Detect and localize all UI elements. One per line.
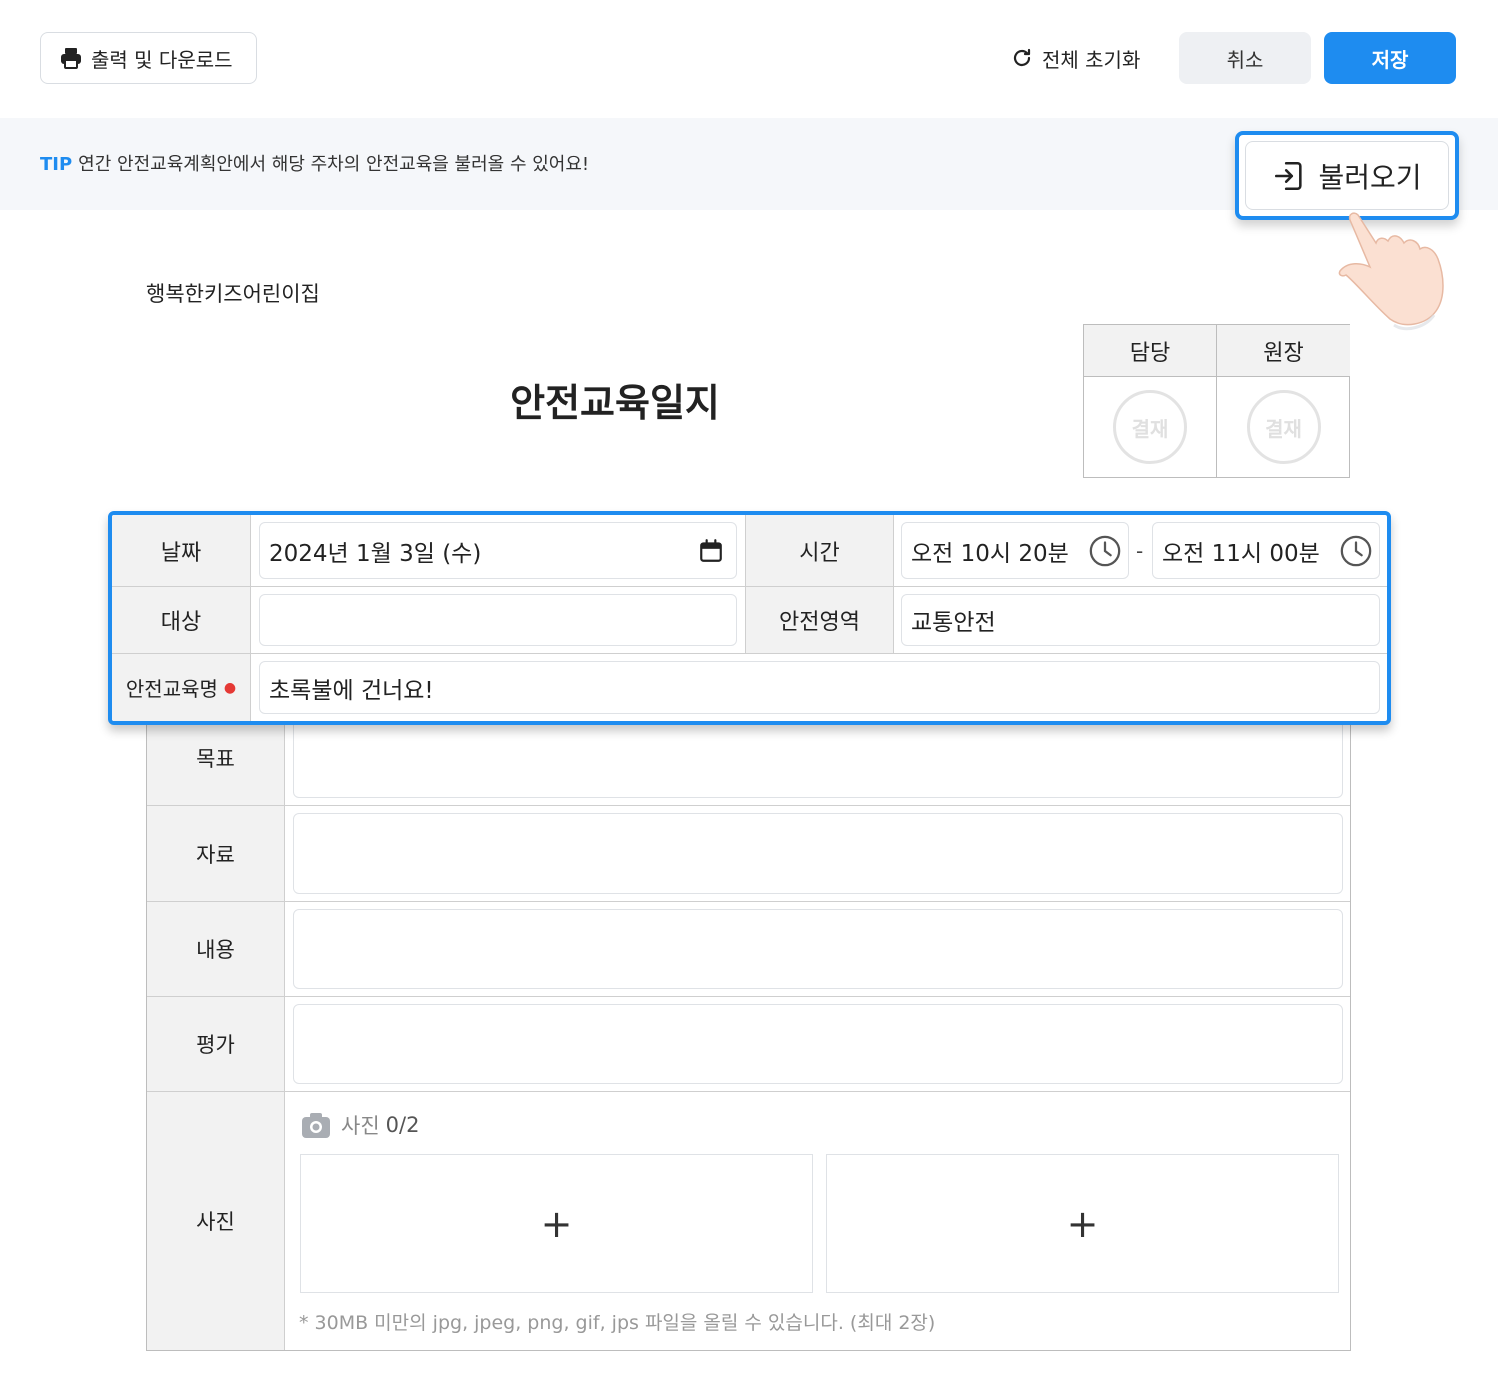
end-time-value: 오전 11시 00분 <box>1162 540 1320 567</box>
education-name-row: 안전교육명 ● 초록불에 건너요! <box>112 654 1387 721</box>
login-arrow-icon <box>1272 159 1306 193</box>
printer-icon <box>59 46 83 70</box>
date-time-row: 날짜 2024년 1월 3일 (수) 시간 오전 10시 20분 - 오전 11… <box>112 515 1387 587</box>
load-button-label: 불러오기 <box>1318 160 1422 194</box>
start-time-value: 오전 10시 20분 <box>911 540 1069 567</box>
approval-table: 담당 원장 결재 결재 <box>1083 324 1350 478</box>
approval-stamp-director[interactable]: 결재 <box>1246 390 1321 464</box>
photo-upload-slot-2[interactable]: + <box>826 1154 1339 1293</box>
save-button[interactable]: 저장 <box>1324 32 1456 84</box>
approval-header-manager: 담당 <box>1084 325 1217 377</box>
time-separator: - <box>1136 539 1144 563</box>
material-input[interactable] <box>293 813 1343 894</box>
time-label: 시간 <box>745 515 894 586</box>
start-time-picker[interactable]: 오전 10시 20분 <box>901 522 1129 579</box>
reset-all-label: 전체 초기화 <box>1042 47 1141 72</box>
date-picker[interactable]: 2024년 1월 3일 (수) <box>259 522 737 579</box>
evaluation-row: 평가 <box>147 997 1350 1092</box>
photo-label: 사진 <box>147 1092 285 1350</box>
form-highlight-box: 날짜 2024년 1월 3일 (수) 시간 오전 10시 20분 - 오전 11… <box>108 511 1391 725</box>
approval-header-director: 원장 <box>1217 325 1350 377</box>
photo-counter-label: 사진 <box>341 1114 380 1138</box>
safety-area-select[interactable]: 교통안전 <box>901 594 1380 646</box>
material-label: 자료 <box>147 806 285 901</box>
date-value: 2024년 1월 3일 (수) <box>269 540 482 567</box>
refresh-icon <box>1010 46 1034 70</box>
safety-area-label: 안전영역 <box>745 587 894 653</box>
photo-row: 사진 사진 0/2 + + * 30MB 미만의 jpg, jpeg, png,… <box>147 1092 1350 1350</box>
date-label: 날짜 <box>112 515 251 586</box>
approval-stamp-manager[interactable]: 결재 <box>1113 390 1187 464</box>
tip-text: 연간 안전교육계획안에서 해당 주차의 안전교육을 불러올 수 있어요! <box>78 154 590 175</box>
organization-name: 행복한키즈어린이집 <box>146 282 320 306</box>
content-label: 내용 <box>147 902 285 996</box>
photo-counter-value: 0/2 <box>385 1113 420 1137</box>
content-row: 내용 <box>147 902 1350 997</box>
pointing-hand-icon <box>1330 205 1450 335</box>
education-name-label: 안전교육명 ● <box>112 654 251 721</box>
education-name-input[interactable]: 초록불에 건너요! <box>259 661 1380 714</box>
end-time-picker[interactable]: 오전 11시 00분 <box>1152 522 1380 579</box>
load-button[interactable]: 불러오기 <box>1245 141 1449 210</box>
education-name-label-text: 안전교육명 <box>125 677 218 701</box>
cancel-button[interactable]: 취소 <box>1179 32 1311 84</box>
tip-label: TIP <box>40 154 73 175</box>
content-input[interactable] <box>293 909 1343 989</box>
print-download-label: 출력 및 다운로드 <box>91 47 233 72</box>
top-toolbar: 출력 및 다운로드 전체 초기화 취소 저장 <box>0 0 1498 118</box>
reset-all-button[interactable]: 전체 초기화 <box>1010 32 1140 84</box>
evaluation-input[interactable] <box>293 1004 1343 1084</box>
required-mark: ● <box>223 679 237 696</box>
clock-icon[interactable] <box>1339 534 1373 568</box>
photo-upload-slot-1[interactable]: + <box>300 1154 813 1293</box>
photo-upload-note: * 30MB 미만의 jpg, jpeg, png, gif, jps 파일을 … <box>299 1312 936 1334</box>
target-label: 대상 <box>112 587 251 653</box>
goal-row: 목표 <box>147 711 1350 806</box>
material-row: 자료 <box>147 806 1350 902</box>
photo-counter: 사진 0/2 <box>301 1110 419 1140</box>
calendar-icon[interactable] <box>698 538 724 564</box>
goal-input[interactable] <box>293 718 1343 798</box>
target-area-row: 대상 안전영역 교통안전 <box>112 587 1387 654</box>
clock-icon[interactable] <box>1088 534 1122 568</box>
print-download-button[interactable]: 출력 및 다운로드 <box>40 32 257 84</box>
tip-message: TIP 연간 안전교육계획안에서 해당 주차의 안전교육을 불러올 수 있어요! <box>40 150 589 176</box>
approval-cell-manager: 결재 <box>1084 377 1217 477</box>
target-input[interactable] <box>259 594 737 646</box>
evaluation-label: 평가 <box>147 997 285 1091</box>
camera-icon <box>301 1111 331 1139</box>
approval-cell-director: 결재 <box>1217 377 1350 477</box>
document-title: 안전교육일지 <box>510 381 720 425</box>
goal-label: 목표 <box>147 711 285 805</box>
